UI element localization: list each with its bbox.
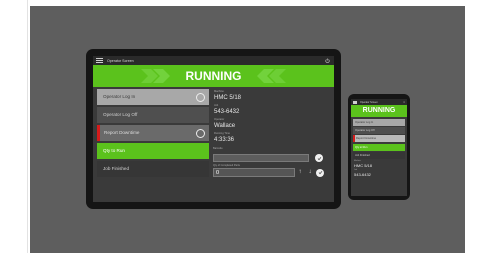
job-info-panel: Machine HMC 5/18 Job 543-6432 Operator W… <box>213 89 330 177</box>
running-time-field: Running Time 4:33:36 <box>213 131 330 145</box>
qty-to-run-button[interactable]: Qty to Run <box>97 143 209 159</box>
operator-log-off-button[interactable]: Operator Log Off <box>353 127 405 135</box>
field-value: Wallace <box>214 123 236 129</box>
field-value: 543-6432 <box>354 171 371 177</box>
button-label: Operator Log Off <box>103 112 138 117</box>
job-finished-button[interactable]: Job Finished <box>353 151 405 159</box>
machine-state: RUNNING <box>185 69 242 83</box>
phone-device: Operator Screen × RUNNING Operator Log I… <box>348 94 410 200</box>
barcode-label: Barcode <box>213 147 223 150</box>
hamburger-icon[interactable] <box>96 58 103 63</box>
app-title: Operator Screen <box>360 100 378 104</box>
close-icon[interactable]: × <box>403 100 405 104</box>
check-icon <box>317 156 321 160</box>
action-list: Operator Log In Operator Log Off Report … <box>97 89 209 179</box>
report-downtime-button[interactable]: Report Downtime <box>97 125 209 141</box>
check-icon <box>318 171 322 175</box>
qty-to-run-button[interactable]: Qty to Run <box>353 143 405 151</box>
machine-state: RUNNING <box>362 107 396 114</box>
qty-row: 0 ↑ ↓ <box>213 168 330 177</box>
operator-field: Operator Wallace <box>213 117 330 131</box>
tablet-screen: Operator Screen RUNNING Operator Log In <box>93 56 334 202</box>
machine-field: Machine HMC 5/18 <box>351 160 407 169</box>
chevron-icon <box>196 128 205 138</box>
field-value: 543-6432 <box>214 109 240 115</box>
report-downtime-button[interactable]: Report Downtime <box>353 135 405 143</box>
field-value: HMC 5/18 <box>214 95 242 101</box>
app-title: Operator Screen <box>107 58 134 63</box>
button-label: Job Finished <box>103 166 130 171</box>
field-value: HMC 5/18 <box>354 162 373 168</box>
power-icon[interactable] <box>325 58 330 63</box>
phone-screen: Operator Screen × RUNNING Operator Log I… <box>351 99 407 196</box>
increment-button[interactable]: ↑ <box>295 168 305 177</box>
page-divider <box>27 0 28 253</box>
qty-input[interactable]: 0 <box>213 168 295 177</box>
job-finished-button[interactable]: Job Finished <box>97 161 209 177</box>
status-banner: RUNNING <box>351 105 407 117</box>
operator-log-in-button[interactable]: Operator Log In <box>97 89 209 105</box>
chevron-right-icon <box>257 69 286 83</box>
button-label: Qty to Run <box>103 148 125 153</box>
barcode-input[interactable] <box>213 154 309 162</box>
chevron-icon <box>196 92 205 102</box>
barcode-submit-button[interactable] <box>315 154 323 162</box>
action-list: Operator Log In Operator Log Off Report … <box>351 117 407 159</box>
operator-log-in-button[interactable]: Operator Log In <box>353 119 405 126</box>
button-label: Report Downtime <box>104 130 140 135</box>
operator-log-off-button[interactable]: Operator Log Off <box>97 107 209 123</box>
qty-submit-button[interactable] <box>316 168 324 177</box>
tablet-titlebar: Operator Screen <box>93 56 334 65</box>
job-field: Job 543-6432 <box>351 169 407 178</box>
field-value: 4:33:36 <box>214 137 235 143</box>
status-banner: RUNNING <box>93 65 334 87</box>
job-field: Job 543-6432 <box>213 103 330 117</box>
hamburger-icon[interactable] <box>353 100 357 104</box>
barcode-row <box>213 154 330 162</box>
button-label: Operator Log In <box>103 94 136 99</box>
machine-field: Machine HMC 5/18 <box>213 89 330 103</box>
tablet-device: Operator Screen RUNNING Operator Log In <box>86 49 341 209</box>
decrement-button[interactable]: ↓ <box>305 168 315 177</box>
